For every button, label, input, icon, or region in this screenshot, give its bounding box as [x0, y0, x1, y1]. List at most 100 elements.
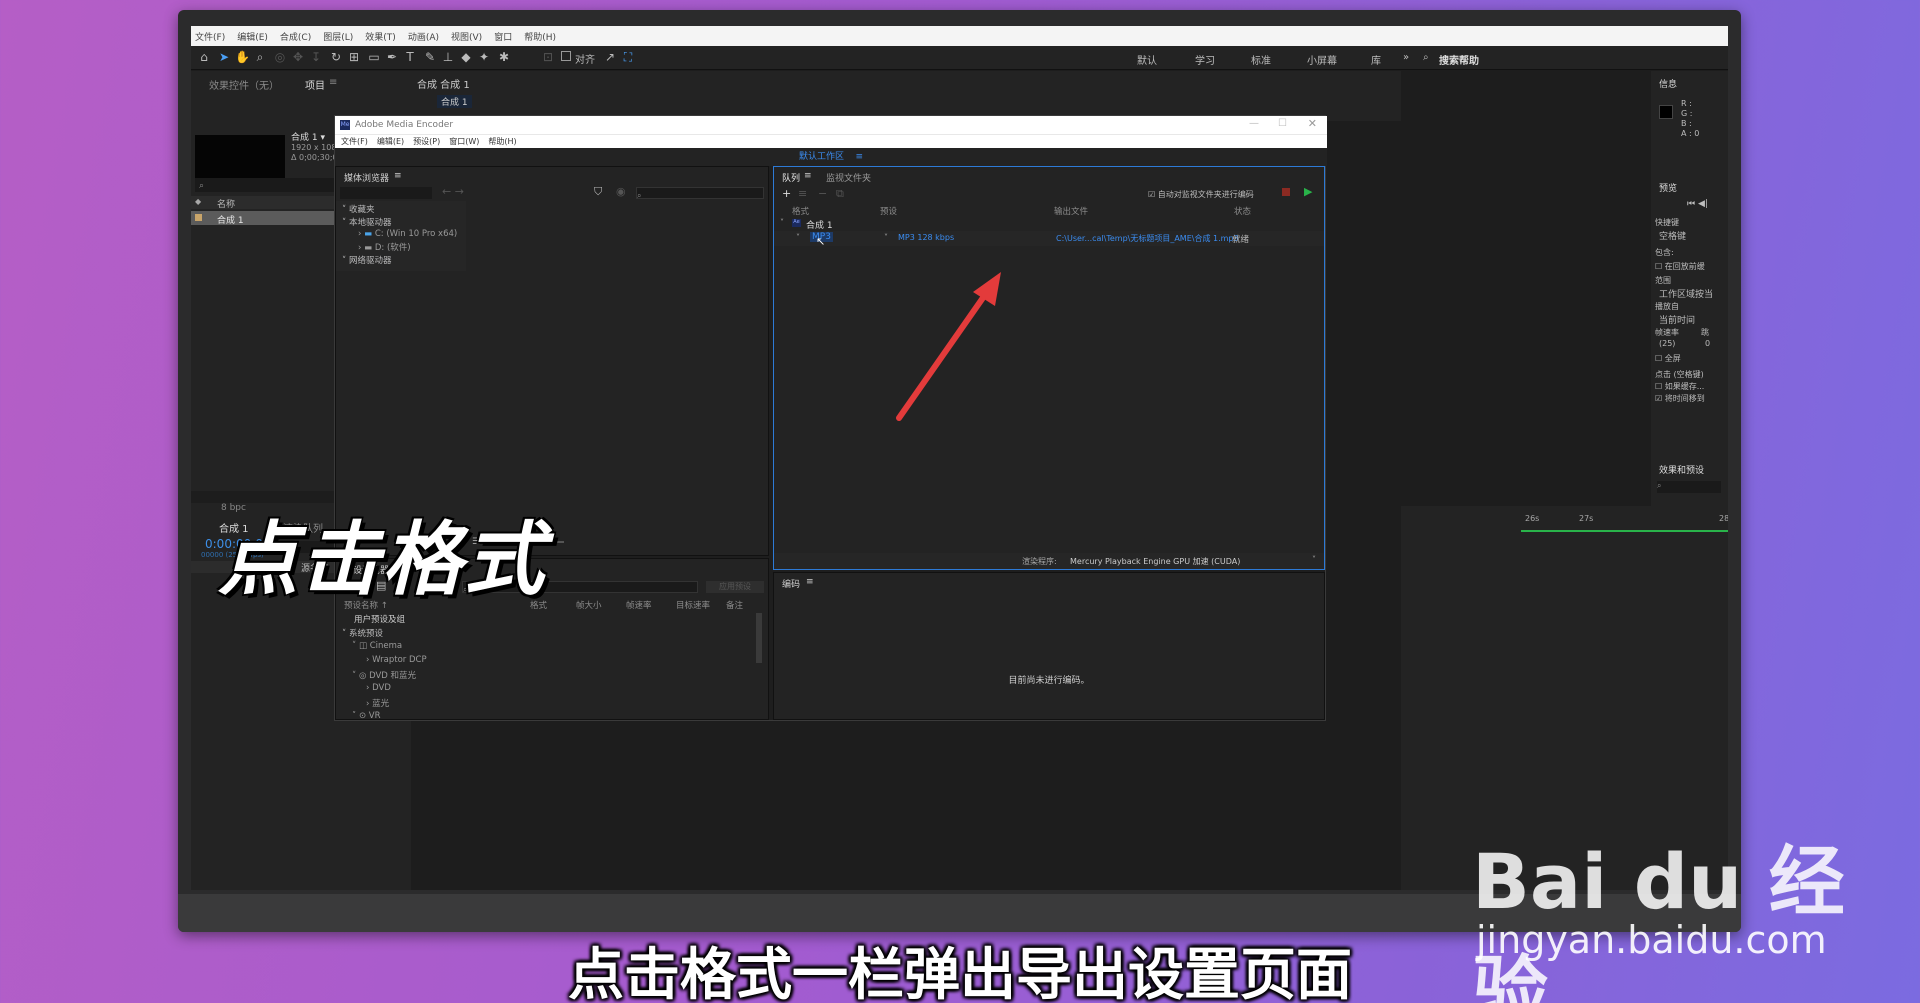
project-menu-icon[interactable]: ≡: [329, 77, 337, 88]
tree-local-drives[interactable]: ˅ 本地驱动器: [342, 216, 391, 228]
home-icon[interactable]: ⌂: [197, 50, 211, 64]
preset-vr[interactable]: ˅ ⊙ VR: [352, 711, 381, 719]
ae-menu-edit[interactable]: 编辑(E): [237, 30, 268, 43]
duplicate-icon[interactable]: ⧉: [836, 187, 844, 201]
search-help-label[interactable]: 搜索帮助: [1439, 52, 1479, 67]
ame-menu-window[interactable]: 窗口(W): [449, 136, 479, 147]
encoding-menu-icon[interactable]: ≡: [806, 577, 814, 587]
stop-icon[interactable]: [1282, 188, 1290, 196]
pen-tool-icon[interactable]: ✒: [385, 50, 399, 64]
tree-drive-d[interactable]: › ▬ D: (软件): [358, 241, 411, 253]
work-area-bar[interactable]: [1521, 530, 1728, 532]
preview-first-frame-icon[interactable]: ⏮ ◀|: [1687, 199, 1708, 209]
align-checkbox[interactable]: [561, 51, 571, 61]
clone-tool-icon[interactable]: ⊥: [441, 50, 455, 64]
ame-menu-file[interactable]: 文件(F): [341, 136, 368, 147]
move-time-checkbox[interactable]: ☑ 将时间移到: [1655, 393, 1705, 404]
preset-wraptor[interactable]: › Wraptor DCP: [366, 655, 427, 665]
preset-dropdown-icon[interactable]: ˅: [884, 233, 888, 242]
snap-icon[interactable]: ⊡: [541, 50, 555, 64]
back-icon[interactable]: ← →: [442, 185, 464, 198]
minimize-icon[interactable]: —: [1249, 118, 1259, 129]
ae-menu-comp[interactable]: 合成(C): [280, 30, 311, 43]
col-notes[interactable]: 备注: [726, 599, 743, 611]
preset-cinema[interactable]: ˅ ◫ Cinema: [352, 641, 402, 651]
queue-group[interactable]: ˅ Ae 合成 1: [774, 217, 1324, 231]
start-queue-icon[interactable]: ▶: [1304, 185, 1312, 198]
preset-bluray[interactable]: › 蓝光: [366, 697, 389, 709]
ae-menu-animation[interactable]: 动画(A): [408, 30, 439, 43]
tab-effect-controls[interactable]: 效果控件（无）: [209, 77, 279, 92]
rotate-tool-icon[interactable]: ↻: [329, 50, 343, 64]
effects-search-input[interactable]: ⌕: [1657, 481, 1721, 493]
cache-before-checkbox[interactable]: ☐ 在回放前缓: [1655, 261, 1705, 272]
preset-scrollbar[interactable]: [756, 613, 762, 663]
text-tool-icon[interactable]: T: [403, 50, 417, 64]
media-browser-menu-icon[interactable]: ≡: [394, 171, 402, 181]
col-format[interactable]: 格式: [792, 205, 809, 217]
expand-icon[interactable]: ⛶: [621, 50, 635, 64]
workspace-default-label[interactable]: 默认工作区: [799, 152, 844, 162]
group-expand-icon[interactable]: ˅: [780, 218, 784, 227]
shortcut-value[interactable]: 空格键: [1659, 229, 1686, 242]
search-help-icon[interactable]: ⌕: [1423, 52, 1429, 63]
add-source-icon[interactable]: +: [782, 187, 791, 200]
fullscreen-checkbox[interactable]: ☐ 全屏: [1655, 353, 1681, 364]
roto-tool-icon[interactable]: ✦: [477, 50, 491, 64]
brush-tool-icon[interactable]: ✎: [423, 50, 437, 64]
tab-queue[interactable]: 队列: [782, 171, 800, 184]
workspace-library[interactable]: 库: [1371, 52, 1381, 67]
ae-menu-effect[interactable]: 效果(T): [365, 30, 396, 43]
cache-checkbox[interactable]: ☐ 如果缓存...: [1655, 381, 1704, 392]
puppet-tool-icon[interactable]: ✱: [497, 50, 511, 64]
dolly-tool-icon[interactable]: ↧: [309, 50, 323, 64]
ame-menu-preset[interactable]: 预设(P): [413, 136, 440, 147]
range-value[interactable]: 工作区域按当: [1659, 287, 1713, 300]
comp-tab[interactable]: 合成 合成 1: [417, 76, 470, 91]
ae-menu-view[interactable]: 视图(V): [451, 30, 482, 43]
col-target-rate[interactable]: 目标速率: [676, 599, 710, 611]
ae-menu-window[interactable]: 窗口: [494, 30, 512, 43]
col-status[interactable]: 状态: [1234, 205, 1251, 217]
skip-value[interactable]: 0: [1705, 339, 1710, 348]
preset-user-group[interactable]: 用户预设及组: [354, 613, 405, 625]
tree-favorites[interactable]: ˅ 收藏夹: [342, 203, 374, 215]
tab-project[interactable]: 项目: [305, 77, 325, 92]
settings-icon[interactable]: ≡: [798, 187, 807, 200]
selection-tool-icon[interactable]: ➤: [217, 50, 231, 64]
row-expand-icon[interactable]: ˅: [796, 233, 800, 242]
workspace-small-screen[interactable]: 小屏幕: [1307, 52, 1337, 67]
col-frame-size[interactable]: 帧大小: [576, 599, 602, 611]
ae-menu-help[interactable]: 帮助(H): [524, 30, 556, 43]
auto-encode-checkbox[interactable]: ☑ 自动对监视文件夹进行编码: [1148, 189, 1254, 200]
col-frame-rate[interactable]: 帧速率: [626, 599, 652, 611]
eraser-tool-icon[interactable]: ◆: [459, 50, 473, 64]
name-column[interactable]: 名称: [217, 197, 235, 210]
view-icon[interactable]: ◉: [616, 185, 626, 198]
col-output[interactable]: 输出文件: [1054, 205, 1088, 217]
fps-select[interactable]: (25): [1659, 339, 1675, 348]
filter-icon[interactable]: ⛉: [594, 185, 602, 199]
queue-row[interactable]: ˅ MP3 ˅ MP3 128 kbps C:\User...cal\Temp\…: [774, 231, 1324, 246]
tree-drive-c[interactable]: › ▬ C: (Win 10 Pro x64): [358, 229, 457, 239]
col-preset[interactable]: 预设: [880, 205, 897, 217]
ame-menu-edit[interactable]: 编辑(E): [377, 136, 404, 147]
preset-dvd-bluray[interactable]: ˅ ◎ DVD 和蓝光: [352, 669, 416, 681]
workspace-more-icon[interactable]: »: [1403, 52, 1409, 63]
hand-tool-icon[interactable]: ✋: [235, 50, 250, 64]
apply-preset-button[interactable]: 应用预设: [706, 581, 764, 593]
ame-menu-help[interactable]: 帮助(H): [488, 136, 516, 147]
media-path-select[interactable]: [340, 187, 432, 199]
ae-menu-file[interactable]: 文件(F): [195, 30, 225, 43]
maximize-icon[interactable]: ☐: [1278, 118, 1287, 129]
preset-dvd[interactable]: › DVD: [366, 683, 391, 693]
workspace-standard[interactable]: 标准: [1251, 52, 1271, 67]
workspace-menu-icon[interactable]: ≡: [855, 152, 863, 162]
pan-tool-icon[interactable]: ✥: [291, 50, 305, 64]
comp-subtab[interactable]: 合成 1: [437, 95, 472, 108]
tree-network-drives[interactable]: ˅ 网络驱动器: [342, 254, 391, 266]
renderer-select[interactable]: Mercury Playback Engine GPU 加速 (CUDA): [1070, 556, 1240, 567]
chevron-down-icon[interactable]: ˅: [1312, 555, 1316, 564]
orbit-tool-icon[interactable]: ◎: [273, 50, 287, 64]
remove-icon[interactable]: −: [818, 187, 827, 200]
